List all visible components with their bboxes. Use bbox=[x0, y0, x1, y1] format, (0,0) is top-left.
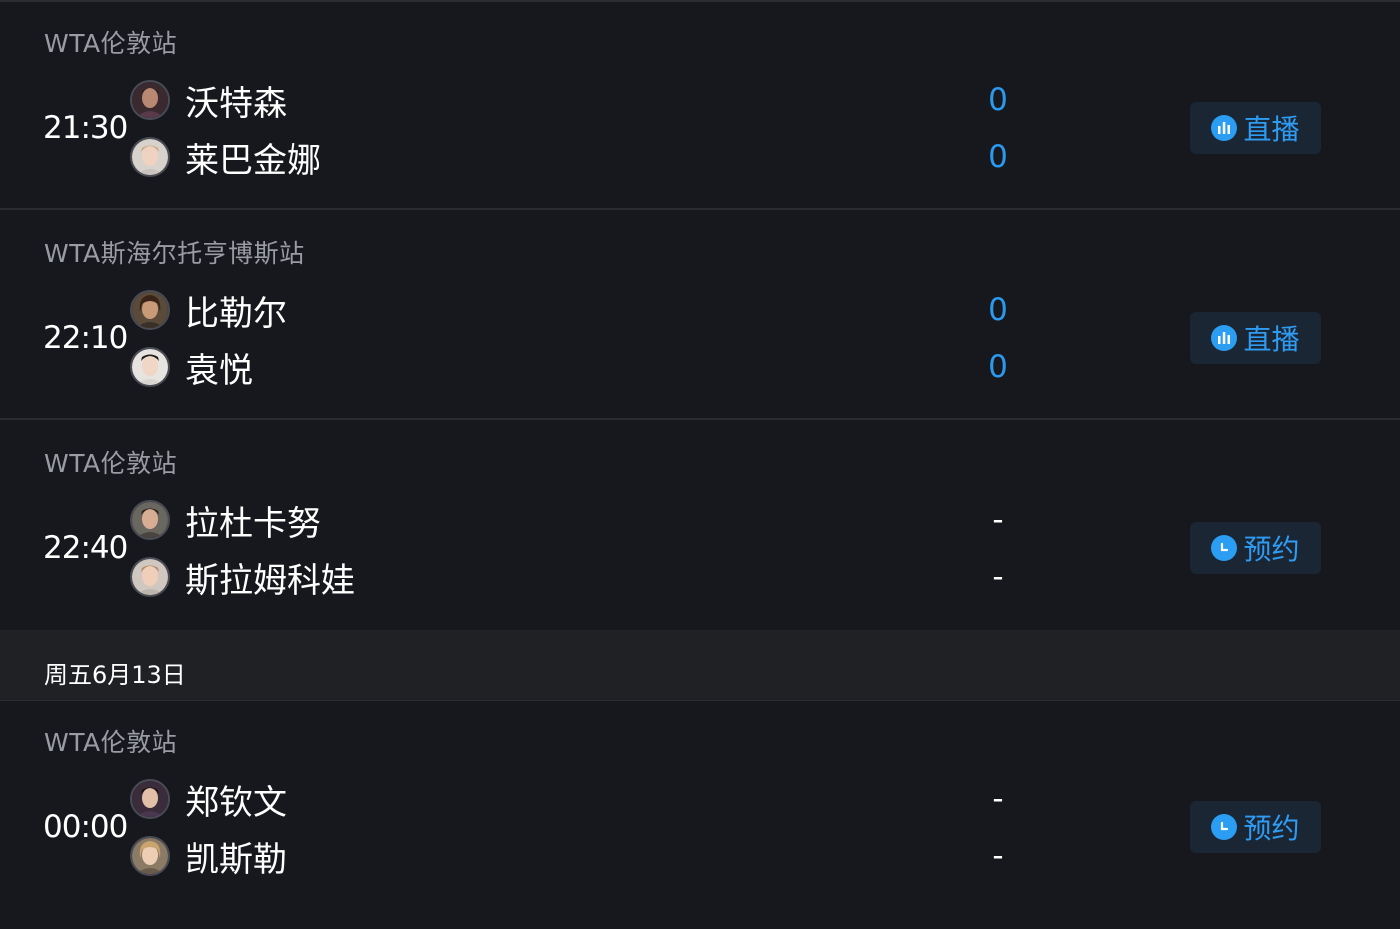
player-row: 凯斯勒 bbox=[130, 834, 287, 880]
reserve-button[interactable]: 预约 bbox=[1190, 522, 1321, 574]
player-name: 郑钦文 bbox=[185, 782, 287, 823]
player-score: 0 bbox=[988, 349, 1008, 385]
player-name: 莱巴金娜 bbox=[185, 140, 321, 181]
league-name: WTA斯海尔托亨博斯站 bbox=[44, 239, 305, 268]
match-card[interactable]: WTA伦敦站 00:00 郑钦文 凯斯勒 - - 预约 bbox=[0, 701, 1400, 909]
player-row: 沃特森 bbox=[130, 78, 287, 124]
player-score: - bbox=[992, 781, 1004, 817]
player-name: 比勒尔 bbox=[185, 293, 287, 334]
player-score: 0 bbox=[988, 82, 1008, 118]
player-name: 拉杜卡努 bbox=[185, 503, 321, 544]
reserve-button-label: 预约 bbox=[1243, 812, 1300, 845]
date-header: 周五6月13日 bbox=[0, 630, 1400, 701]
player-avatar bbox=[130, 557, 170, 597]
player-row: 郑钦文 bbox=[130, 777, 287, 823]
player-avatar bbox=[130, 836, 170, 876]
player-row: 莱巴金娜 bbox=[130, 135, 321, 181]
match-time: 22:10 bbox=[43, 320, 128, 356]
clock-icon bbox=[1211, 535, 1238, 561]
reserve-button[interactable]: 预约 bbox=[1190, 801, 1321, 853]
player-score: 0 bbox=[988, 139, 1008, 175]
live-button-label: 直播 bbox=[1243, 113, 1300, 146]
clock-icon bbox=[1211, 814, 1238, 840]
match-time: 22:40 bbox=[43, 530, 128, 566]
league-name: WTA伦敦站 bbox=[44, 449, 178, 478]
live-icon bbox=[1211, 325, 1238, 351]
live-button[interactable]: 直播 bbox=[1190, 102, 1321, 154]
player-avatar bbox=[130, 347, 170, 387]
player-name: 凯斯勒 bbox=[185, 839, 287, 880]
live-button[interactable]: 直播 bbox=[1190, 312, 1321, 364]
date-header-label: 周五6月13日 bbox=[44, 661, 186, 689]
match-time: 00:00 bbox=[43, 809, 128, 845]
player-score: - bbox=[992, 502, 1004, 538]
league-name: WTA伦敦站 bbox=[44, 728, 178, 757]
player-row: 袁悦 bbox=[130, 345, 253, 391]
player-name: 斯拉姆科娃 bbox=[185, 560, 355, 601]
player-name: 袁悦 bbox=[185, 350, 253, 391]
player-avatar bbox=[130, 80, 170, 120]
reserve-button-label: 预约 bbox=[1243, 533, 1300, 566]
player-score: - bbox=[992, 838, 1004, 874]
live-button-label: 直播 bbox=[1243, 323, 1300, 356]
player-name: 沃特森 bbox=[185, 83, 287, 124]
league-name: WTA伦敦站 bbox=[44, 29, 178, 58]
match-card[interactable]: WTA伦敦站 22:40 拉杜卡努 斯拉姆科娃 - - 预约 bbox=[0, 422, 1400, 630]
player-row: 拉杜卡努 bbox=[130, 498, 321, 544]
match-time: 21:30 bbox=[43, 110, 128, 146]
player-avatar bbox=[130, 290, 170, 330]
player-score: 0 bbox=[988, 292, 1008, 328]
match-card[interactable]: WTA斯海尔托亨博斯站 22:10 比勒尔 袁悦 0 0 直播 bbox=[0, 212, 1400, 420]
player-row: 比勒尔 bbox=[130, 288, 287, 334]
player-row: 斯拉姆科娃 bbox=[130, 555, 355, 601]
player-avatar bbox=[130, 137, 170, 177]
player-avatar bbox=[130, 500, 170, 540]
match-card[interactable]: WTA伦敦站 21:30 沃特森 莱巴金娜 0 0 直播 bbox=[0, 2, 1400, 210]
player-score: - bbox=[992, 559, 1004, 595]
player-avatar bbox=[130, 779, 170, 819]
live-icon bbox=[1211, 115, 1238, 141]
